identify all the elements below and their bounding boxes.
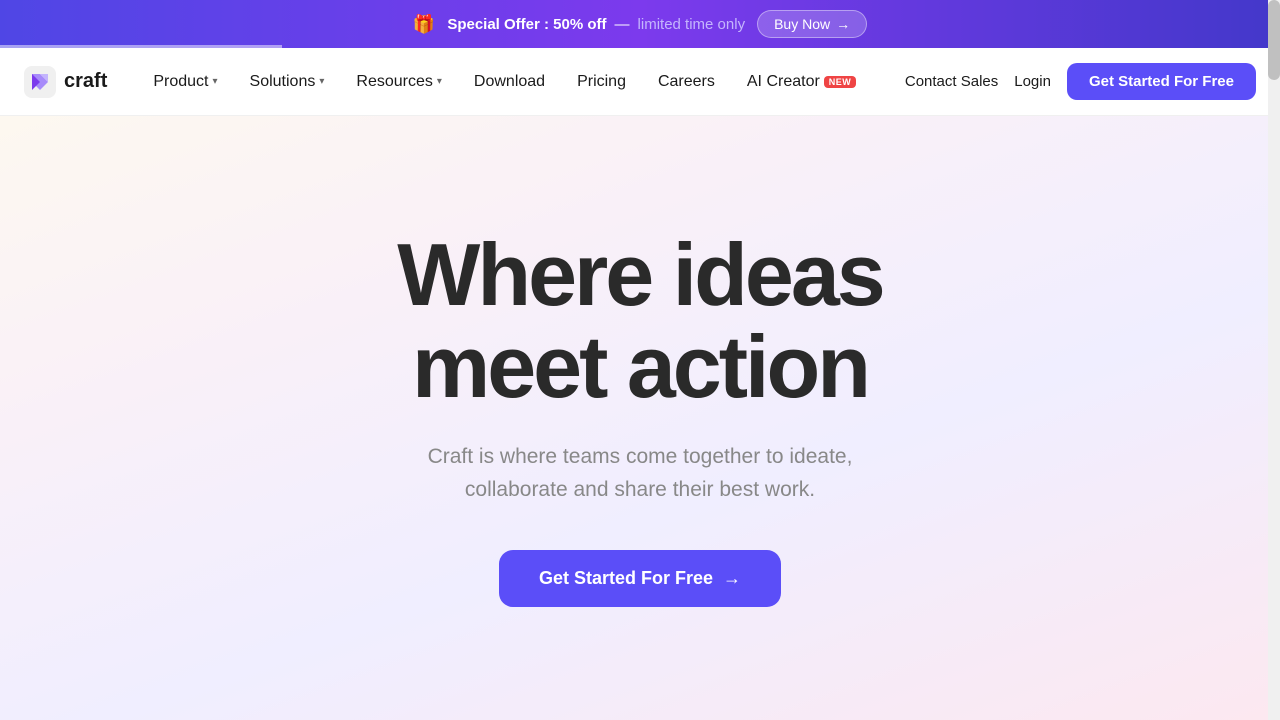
logo-text: craft [64, 70, 107, 93]
nav-item-solutions[interactable]: Solutions ▾ [236, 65, 339, 99]
nav-cta-button[interactable]: Get Started For Free [1067, 63, 1256, 100]
nav-item-download[interactable]: Download [460, 65, 559, 99]
hero-section: Where ideas meet action Craft is where t… [0, 116, 1280, 720]
nav-links: Product ▾ Solutions ▾ Resources ▾ Downlo… [139, 65, 905, 99]
scrollbar[interactable] [1268, 0, 1280, 720]
hero-subtitle: Craft is where teams come together to id… [428, 441, 853, 506]
nav-pricing-label: Pricing [577, 73, 626, 91]
scrollbar-thumb[interactable] [1268, 0, 1280, 80]
promo-banner: 🎁 Special Offer : 50% off — limited time… [0, 0, 1280, 48]
hero-title-line2: meet action [412, 317, 868, 416]
buy-now-button[interactable]: Buy Now → [757, 10, 867, 38]
login-link[interactable]: Login [1014, 73, 1051, 90]
nav-product-label: Product [153, 73, 208, 91]
nav-item-ai-creator[interactable]: AI Creator NEW [733, 65, 870, 99]
page-wrapper: 🎁 Special Offer : 50% off — limited time… [0, 0, 1280, 720]
product-chevron-icon: ▾ [213, 76, 218, 87]
limited-time-text: limited time only [638, 16, 746, 33]
nav-item-careers[interactable]: Careers [644, 65, 729, 99]
nav-resources-label: Resources [356, 73, 432, 91]
nav-right: Contact Sales Login Get Started For Free [905, 63, 1256, 100]
offer-text: Special Offer : 50% off [447, 16, 606, 33]
separator: — [615, 16, 630, 33]
solutions-chevron-icon: ▾ [319, 76, 324, 87]
nav-item-resources[interactable]: Resources ▾ [342, 65, 456, 99]
nav-item-product[interactable]: Product ▾ [139, 65, 231, 99]
gift-icon: 🎁 [413, 14, 435, 35]
nav-solutions-label: Solutions [250, 73, 316, 91]
nav-download-label: Download [474, 73, 545, 91]
hero-cta-label: Get Started For Free [539, 568, 713, 589]
new-badge: NEW [824, 76, 857, 88]
hero-title: Where ideas meet action [397, 229, 882, 414]
nav-careers-label: Careers [658, 73, 715, 91]
logo[interactable]: craft [24, 66, 107, 98]
nav-item-pricing[interactable]: Pricing [563, 65, 640, 99]
banner-text: Special Offer : 50% off — limited time o… [447, 16, 745, 33]
hero-cta-arrow: → [723, 568, 741, 589]
resources-chevron-icon: ▾ [437, 76, 442, 87]
nav-ai-creator-label: AI Creator [747, 73, 820, 91]
contact-sales-link[interactable]: Contact Sales [905, 73, 998, 90]
hero-title-line1: Where ideas [397, 225, 882, 324]
banner-progress-bar [0, 45, 282, 48]
navbar: craft Product ▾ Solutions ▾ Resources ▾ … [0, 48, 1280, 116]
craft-logo-icon [24, 66, 56, 98]
hero-cta-button[interactable]: Get Started For Free → [499, 550, 781, 607]
